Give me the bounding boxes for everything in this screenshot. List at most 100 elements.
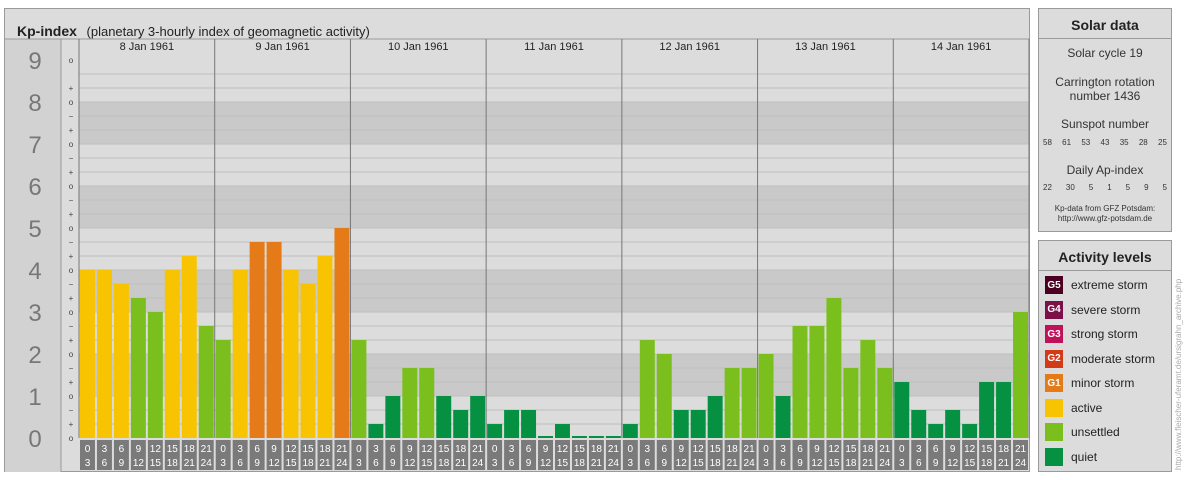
interval-end-label: 15 <box>150 458 162 469</box>
kp-bar-chart: 0123456789o+o+−o+−o+−o+−o+−o+−o+−o+−o8 J… <box>5 38 1030 472</box>
interval-start-label: 6 <box>933 444 939 455</box>
interval-start-label: 12 <box>421 444 433 455</box>
interval-end-label: 18 <box>981 458 993 469</box>
kp-bar <box>673 409 689 438</box>
activity-levels-title: Activity levels <box>1058 249 1152 265</box>
kp-bar <box>249 241 265 438</box>
interval-start-label: 21 <box>472 444 484 455</box>
kp-bar <box>521 409 537 438</box>
ap-index-value: 5 <box>1162 183 1167 192</box>
kp-bar <box>215 340 231 438</box>
interval-start-label: 12 <box>828 444 840 455</box>
kp-bar <box>690 409 706 438</box>
interval-end-label: 18 <box>302 458 314 469</box>
legend-swatch: G4 <box>1045 300 1063 319</box>
interval-start-label: 9 <box>543 444 549 455</box>
interval-start-label: 18 <box>455 444 467 455</box>
y-minor-tick: − <box>69 364 74 373</box>
interval-end-label: 12 <box>947 458 959 469</box>
interval-end-label: 21 <box>998 458 1010 469</box>
day-label: 13 Jan 1961 <box>795 41 856 53</box>
y-band <box>79 270 1029 312</box>
interval-end-label: 12 <box>676 458 688 469</box>
kp-bar <box>232 270 248 438</box>
kp-bar <box>181 256 197 438</box>
ap-index-values: 22 30 5 1 5 9 5 <box>1043 183 1167 192</box>
legend-item: unsettled <box>1045 422 1120 442</box>
interval-start-label: 0 <box>220 444 226 455</box>
interval-end-label: 6 <box>237 458 243 469</box>
day-label: 14 Jan 1961 <box>931 41 992 53</box>
sunspot-title: Sunspot number <box>1060 117 1150 131</box>
legend-label: minor storm <box>1071 376 1135 390</box>
interval-end-label: 3 <box>85 458 91 469</box>
y-tick-label: 4 <box>28 258 41 285</box>
kp-bar <box>911 409 927 438</box>
kp-bar <box>300 283 316 438</box>
y-minor-tick: o <box>69 224 74 233</box>
interval-start-label: 6 <box>526 444 532 455</box>
legend-label: moderate storm <box>1071 351 1156 366</box>
kp-bar <box>741 367 757 438</box>
legend-swatch: G3 <box>1045 325 1063 343</box>
interval-start-label: 9 <box>407 444 413 455</box>
sunspot-value: 25 <box>1158 138 1167 147</box>
day-label: 11 Jan 1961 <box>524 41 584 53</box>
y-tick-label: 9 <box>28 48 41 75</box>
interval-end-label: 12 <box>811 458 823 469</box>
legend-swatch <box>1045 398 1063 417</box>
kp-bar <box>1013 312 1028 438</box>
kp-bar <box>894 382 910 438</box>
sunspot-value: 35 <box>1119 138 1129 147</box>
kp-bar <box>588 436 604 438</box>
interval-start-label: 12 <box>285 444 297 455</box>
day-label: 10 Jan 1961 <box>388 41 449 53</box>
interval-end-label: 15 <box>557 458 569 469</box>
kp-bar <box>928 424 944 438</box>
kp-bar <box>80 270 95 438</box>
kp-bar <box>860 340 876 438</box>
legend-item: G3 strong storm <box>1045 324 1138 344</box>
y-tick-label: 1 <box>28 384 41 411</box>
legend-label: quiet <box>1071 449 1098 464</box>
kp-bar <box>283 270 299 438</box>
legend-item: active <box>1045 398 1102 418</box>
interval-start-label: 3 <box>645 444 651 455</box>
kp-bar <box>436 396 452 438</box>
ap-index-title: Daily Ap-index <box>1066 163 1144 177</box>
kp-bar <box>164 270 180 438</box>
interval-end-label: 6 <box>373 458 379 469</box>
legend-item: quiet <box>1045 447 1097 467</box>
legend-swatch: G1 <box>1045 374 1063 392</box>
y-minor-tick: o <box>69 140 74 149</box>
interval-start-label: 0 <box>628 444 634 455</box>
legend-item: G2 moderate storm <box>1045 349 1155 369</box>
interval-end-label: 6 <box>645 458 651 469</box>
interval-end-label: 24 <box>472 458 484 469</box>
interval-end-label: 24 <box>744 458 756 469</box>
y-band <box>79 186 1029 228</box>
kp-bar <box>385 396 401 438</box>
y-minor-tick: − <box>69 238 74 247</box>
interval-end-label: 3 <box>763 458 769 469</box>
interval-start-label: 6 <box>797 444 803 455</box>
interval-start-label: 15 <box>438 444 450 455</box>
kp-bar <box>402 367 418 438</box>
source-credit: http://www.fleischer-uferamt.de/ursigrah… <box>1174 278 1183 470</box>
interval-start-label: 9 <box>950 444 956 455</box>
ap-index-value: 9 <box>1144 183 1149 192</box>
solar-data-title: Solar data <box>1071 17 1139 33</box>
kp-bar <box>639 340 655 438</box>
kp-bar <box>758 354 774 438</box>
interval-end-label: 24 <box>1015 458 1027 469</box>
interval-end-label: 21 <box>319 458 331 469</box>
ap-index-value: 22 <box>1043 183 1052 192</box>
y-minor-tick: o <box>69 98 74 107</box>
y-band <box>79 228 1029 270</box>
interval-end-label: 12 <box>133 458 145 469</box>
interval-start-label: 6 <box>390 444 396 455</box>
y-tick-label: 8 <box>28 90 41 117</box>
interval-end-label: 9 <box>254 458 260 469</box>
interval-start-label: 12 <box>693 444 705 455</box>
y-tick-label: 0 <box>28 426 41 453</box>
